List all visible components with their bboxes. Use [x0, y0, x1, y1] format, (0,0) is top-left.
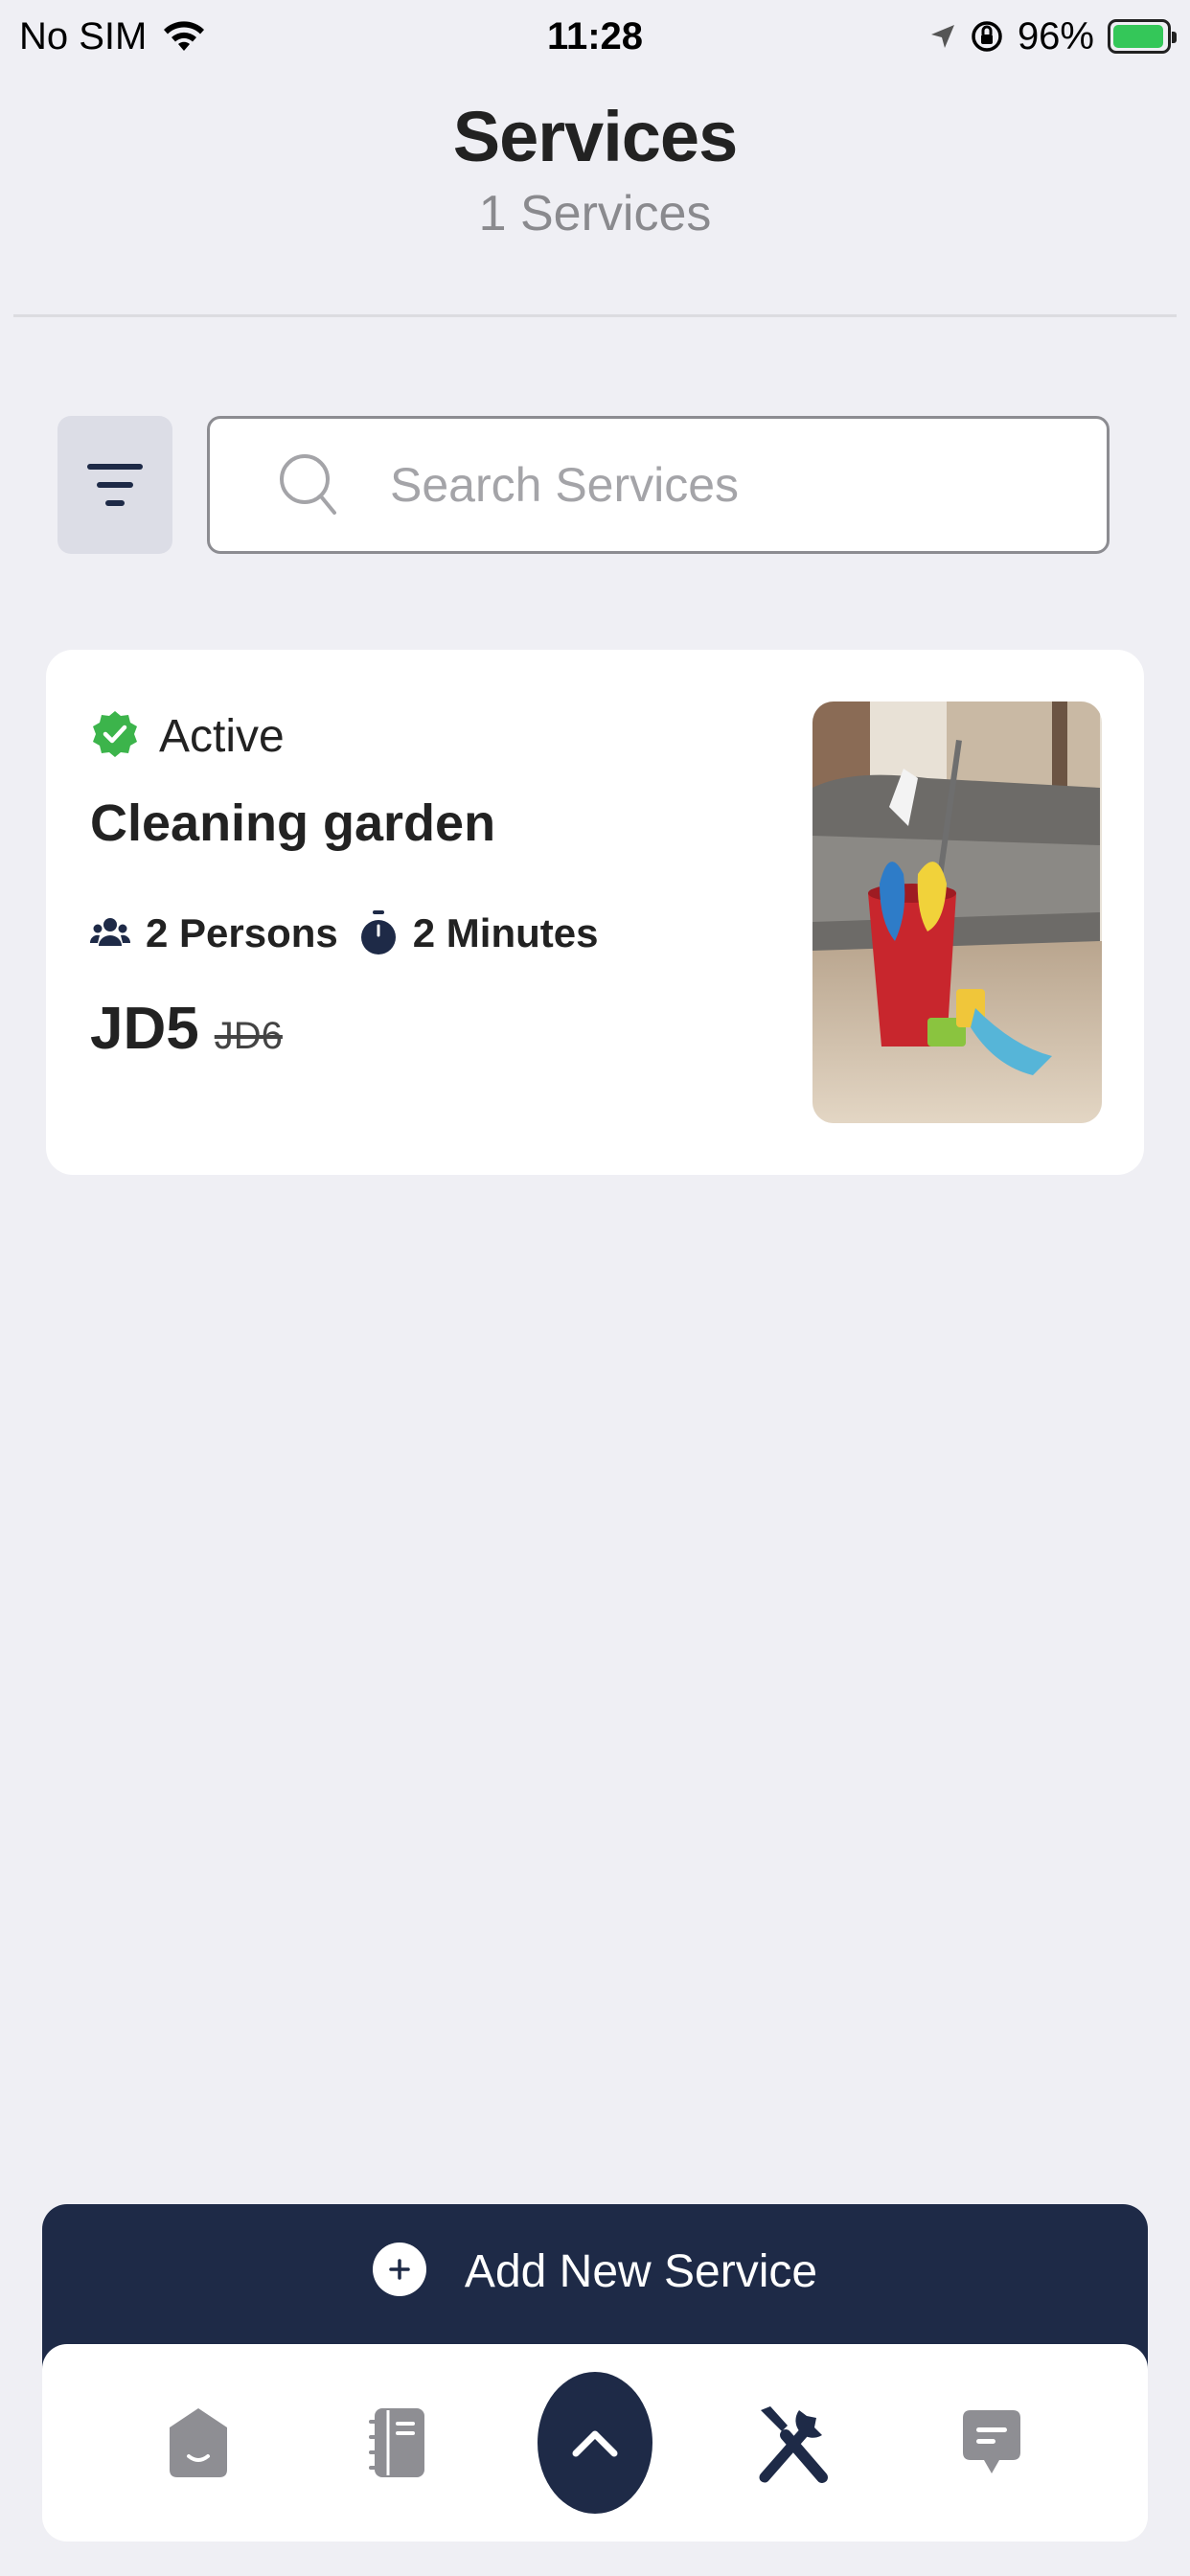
location-arrow-icon [930, 25, 954, 48]
search-input[interactable] [390, 457, 1061, 513]
tab-messages[interactable] [934, 2385, 1049, 2500]
tab-home[interactable] [141, 2385, 256, 2500]
orientation-lock-icon [972, 21, 1002, 52]
chat-icon [962, 2410, 1020, 2473]
service-meta: 2 Persons 2 Minutes [90, 910, 619, 956]
battery-percent: 96% [1017, 14, 1094, 58]
header-divider [13, 314, 1177, 317]
persons-info: 2 Persons [90, 910, 338, 956]
status-bar: No SIM 11:28 96% [0, 0, 1190, 73]
battery-fill [1113, 25, 1163, 48]
stopwatch-icon [360, 910, 396, 954]
page-header: Services 1 Services [0, 96, 1190, 242]
tools-icon [759, 2406, 828, 2483]
service-status: Active [90, 709, 285, 763]
tab-bookings[interactable] [339, 2385, 454, 2500]
plus-icon [372, 2242, 426, 2296]
home-icon [170, 2408, 228, 2477]
tab-bar [42, 2344, 1148, 2542]
filter-button[interactable] [57, 416, 172, 554]
people-icon [90, 918, 130, 946]
cleaning-bucket-illustration [812, 702, 1102, 1123]
verified-badge-icon [93, 711, 137, 757]
search-icon [280, 454, 336, 515]
service-image [812, 702, 1102, 1123]
tab-services[interactable] [736, 2385, 851, 2500]
duration-info: 2 Minutes [359, 910, 599, 956]
carrier-label: No SIM [19, 14, 148, 58]
price-row: JD5 JD6 [90, 995, 283, 1063]
chevron-up-icon [572, 2430, 618, 2457]
filter-icon [87, 464, 143, 506]
service-name: Cleaning garden [90, 794, 496, 852]
services-count: 1 Services [478, 186, 712, 242]
wifi-icon [164, 21, 205, 51]
page-title: Services [452, 97, 739, 176]
status-right: 96% [929, 14, 1177, 58]
notebook-icon [369, 2408, 425, 2477]
status-left: No SIM [19, 15, 208, 58]
battery-icon [1108, 19, 1177, 54]
old-price: JD6 [214, 1015, 283, 1057]
search-box[interactable] [207, 416, 1110, 554]
duration-label: 2 Minutes [412, 910, 599, 955]
tab-expand[interactable] [537, 2372, 652, 2514]
service-card[interactable]: Active Cleaning garden 2 Persons 2 Minut… [46, 650, 1144, 1175]
persons-label: 2 Persons [146, 910, 338, 955]
current-price: JD5 [90, 996, 199, 1062]
add-new-service-label: Add New Service [464, 2246, 818, 2297]
service-status-label: Active [159, 710, 285, 762]
